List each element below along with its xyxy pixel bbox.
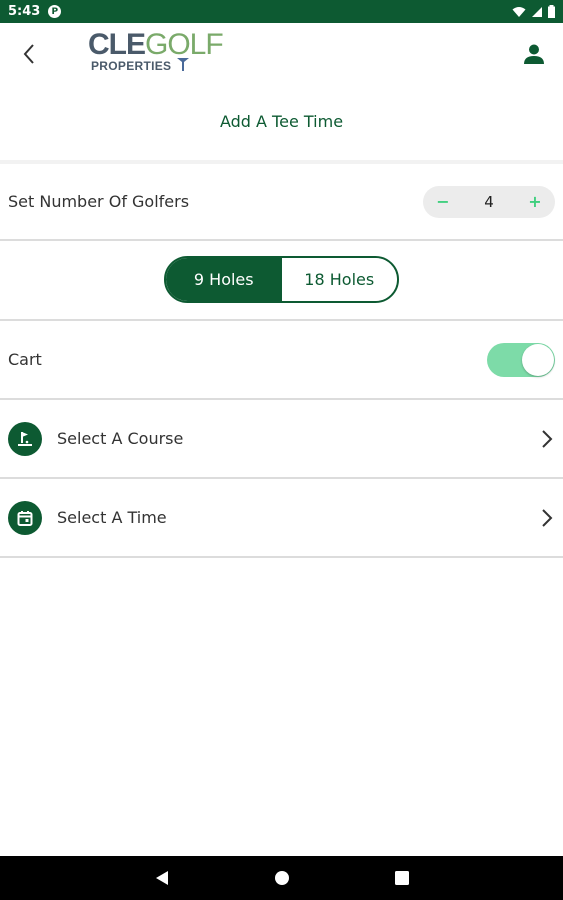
cart-toggle[interactable] [487, 342, 555, 377]
page-title: Add A Tee Time [219, 112, 344, 131]
nine-holes-option[interactable]: 9 Holes [166, 258, 282, 301]
golfers-count: 4 [484, 192, 494, 211]
system-recents-button[interactable] [392, 868, 412, 888]
golf-tee-icon [177, 58, 189, 71]
golfers-row: Set Number Of Golfers − 4 + [0, 164, 563, 241]
app-header: CLEGOLF PROPERTIES [0, 23, 563, 85]
cart-row: Cart [0, 321, 563, 400]
back-button[interactable] [16, 39, 42, 69]
profile-button[interactable] [521, 41, 547, 67]
cle-golf-logo: CLEGOLF PROPERTIES [88, 29, 238, 77]
time-icon-badge [8, 500, 42, 535]
holes-segmented-control: 9 Holes 18 Holes [164, 256, 399, 303]
cart-label: Cart [8, 350, 42, 369]
decrement-button[interactable]: − [435, 192, 451, 211]
calendar-icon [17, 510, 33, 526]
golfers-stepper: − 4 + [423, 185, 555, 218]
person-icon [524, 44, 544, 64]
system-home-button[interactable] [272, 868, 292, 888]
battery-icon [548, 5, 555, 18]
select-course-label: Select A Course [57, 429, 184, 448]
circle-home-icon [274, 871, 289, 885]
golfers-label: Set Number Of Golfers [8, 192, 190, 211]
system-back-button[interactable] [152, 868, 172, 888]
system-navigation-bar [0, 856, 563, 900]
notification-app-icon: P [48, 5, 62, 18]
course-icon-badge [8, 421, 42, 456]
toggle-knob [522, 343, 554, 376]
select-time-row[interactable]: Select A Time [0, 479, 563, 558]
select-course-row[interactable]: Select A Course [0, 400, 563, 479]
triangle-back-icon [155, 871, 168, 885]
chevron-right-icon [539, 427, 555, 451]
signal-icon [532, 6, 542, 17]
status-time: 5:43 [8, 4, 41, 19]
golf-flag-icon [18, 431, 32, 446]
chevron-right-icon [539, 506, 555, 530]
select-time-label: Select A Time [57, 508, 167, 527]
chevron-left-icon [23, 44, 34, 64]
status-bar: 5:43 P [0, 0, 563, 23]
eighteen-holes-option[interactable]: 18 Holes [281, 258, 397, 301]
logo-text-cle: CLE [88, 28, 146, 61]
status-indicators [512, 5, 555, 18]
logo-subtitle: PROPERTIES [91, 59, 172, 73]
wifi-icon [512, 6, 526, 17]
increment-button[interactable]: + [527, 192, 543, 211]
square-recents-icon [394, 871, 409, 885]
